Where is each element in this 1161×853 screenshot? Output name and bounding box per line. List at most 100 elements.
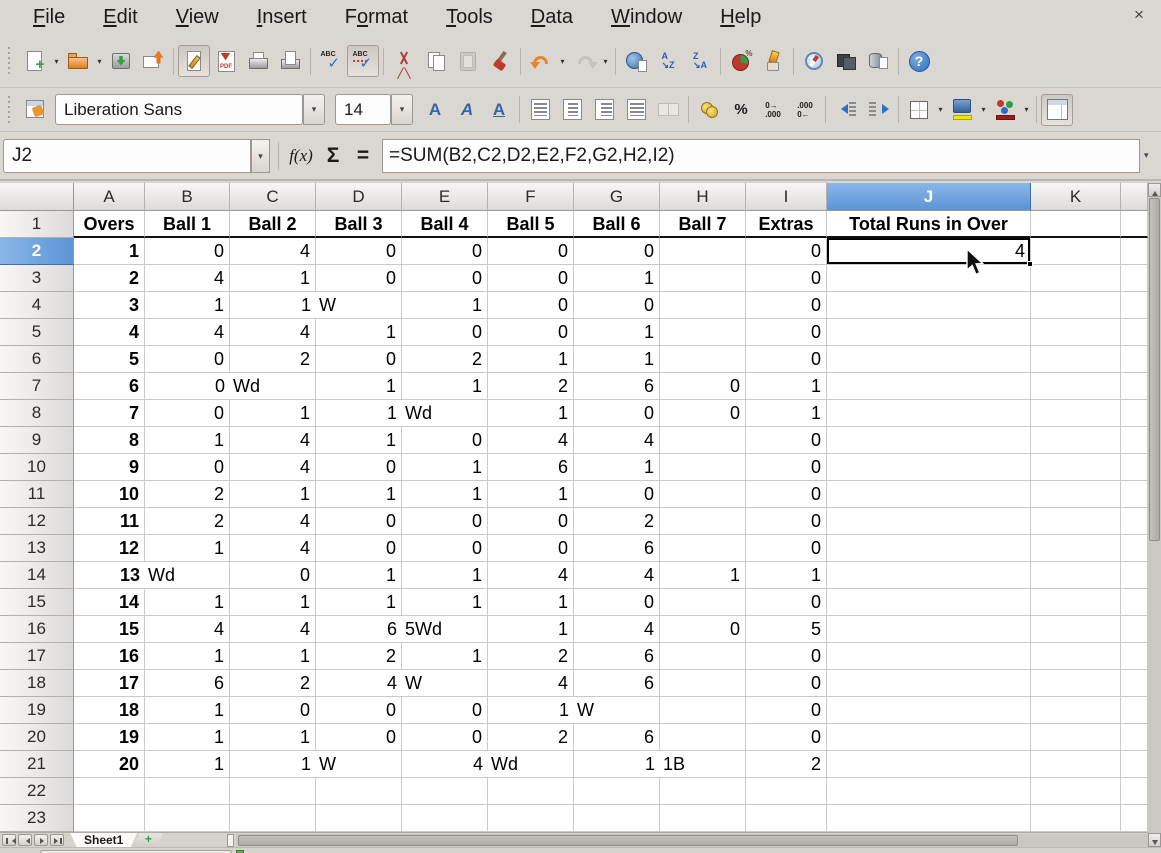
cell-K20[interactable]	[1031, 724, 1121, 751]
navigator-button[interactable]	[798, 45, 830, 77]
cell-D20[interactable]: 0	[316, 724, 402, 751]
cell-J4[interactable]	[827, 292, 1031, 319]
cell-A20[interactable]: 19	[74, 724, 145, 751]
cell-B12[interactable]: 2	[145, 508, 230, 535]
cell-E7[interactable]: 1	[402, 373, 488, 400]
cell-G8[interactable]: 0	[574, 400, 660, 427]
cell-F21[interactable]: Wd	[488, 751, 574, 778]
cell-I20[interactable]: 0	[746, 724, 827, 751]
cell-K1[interactable]	[1031, 211, 1121, 238]
cell-A18[interactable]: 17	[74, 670, 145, 697]
cell-E15[interactable]: 1	[402, 589, 488, 616]
cell-E5[interactable]: 0	[402, 319, 488, 346]
cell-F19[interactable]: 1	[488, 697, 574, 724]
cell-F12[interactable]: 0	[488, 508, 574, 535]
cell-H17[interactable]	[660, 643, 746, 670]
show-draw-functions-button[interactable]	[757, 45, 789, 77]
hyperlink-button[interactable]	[620, 45, 652, 77]
cell-C19[interactable]: 0	[230, 697, 316, 724]
cell-H20[interactable]	[660, 724, 746, 751]
cell-partial-17[interactable]	[1121, 643, 1148, 670]
cell-I10[interactable]: 0	[746, 454, 827, 481]
cell-B11[interactable]: 2	[145, 481, 230, 508]
cell-F10[interactable]: 6	[488, 454, 574, 481]
horizontal-scrollbar-thumb[interactable]	[238, 835, 1018, 846]
cell-J1[interactable]: Total Runs in Over	[827, 211, 1031, 238]
cell-G13[interactable]: 6	[574, 535, 660, 562]
cell-styles-button[interactable]	[19, 94, 51, 126]
cell-I13[interactable]: 0	[746, 535, 827, 562]
cell-I3[interactable]: 0	[746, 265, 827, 292]
cell-C21[interactable]: 1	[230, 751, 316, 778]
column-header-D[interactable]: D	[316, 183, 402, 211]
cell-C23[interactable]	[230, 805, 316, 832]
cell-H15[interactable]	[660, 589, 746, 616]
cell-J19[interactable]	[827, 697, 1031, 724]
increase-indent-button[interactable]	[862, 94, 894, 126]
cell-J18[interactable]	[827, 670, 1031, 697]
open-dropdown-icon[interactable]: ▾	[94, 45, 105, 77]
first-sheet-button[interactable]	[2, 834, 16, 846]
scroll-up-icon[interactable]	[1148, 183, 1161, 197]
cell-K2[interactable]	[1031, 238, 1121, 265]
cell-B4[interactable]: 1	[145, 292, 230, 319]
cell-F6[interactable]: 1	[488, 346, 574, 373]
font-size-combo-dropdown-icon[interactable]: ▾	[391, 94, 413, 125]
font-color-button[interactable]	[989, 94, 1021, 126]
cell-I2[interactable]: 0	[746, 238, 827, 265]
cell-A6[interactable]: 5	[74, 346, 145, 373]
cell-F3[interactable]: 0	[488, 265, 574, 292]
cell-B10[interactable]: 0	[145, 454, 230, 481]
cell-A16[interactable]: 15	[74, 616, 145, 643]
cell-partial-9[interactable]	[1121, 427, 1148, 454]
cell-D9[interactable]: 1	[316, 427, 402, 454]
gallery-button[interactable]	[830, 45, 862, 77]
cell-G5[interactable]: 1	[574, 319, 660, 346]
cell-partial-20[interactable]	[1121, 724, 1148, 751]
font-size-combo[interactable]: 14▾	[335, 94, 391, 125]
bold-button[interactable]: A	[419, 94, 451, 126]
previous-sheet-button[interactable]	[18, 834, 32, 846]
cell-D19[interactable]: 0	[316, 697, 402, 724]
cell-A11[interactable]: 10	[74, 481, 145, 508]
add-decimal-button[interactable]: 0→ .000	[757, 94, 789, 126]
cell-H21[interactable]: 1B	[660, 751, 746, 778]
cell-D7[interactable]: 1	[316, 373, 402, 400]
font-color-dropdown-icon[interactable]: ▾	[1021, 94, 1032, 126]
cell-I9[interactable]: 0	[746, 427, 827, 454]
font-name-combo[interactable]: Liberation Sans▾	[55, 94, 303, 125]
cell-B6[interactable]: 0	[145, 346, 230, 373]
cell-H4[interactable]	[660, 292, 746, 319]
cell-B20[interactable]: 1	[145, 724, 230, 751]
cell-G18[interactable]: 6	[574, 670, 660, 697]
cell-B8[interactable]: 0	[145, 400, 230, 427]
column-header-E[interactable]: E	[402, 183, 488, 211]
row-header-19[interactable]: 19	[0, 697, 74, 724]
auto-spellcheck-button[interactable]: ABC	[347, 45, 379, 77]
cell-I17[interactable]: 0	[746, 643, 827, 670]
insert-chart-button[interactable]: %	[725, 45, 757, 77]
cell-H13[interactable]	[660, 535, 746, 562]
cell-partial-15[interactable]	[1121, 589, 1148, 616]
cell-I1[interactable]: Extras	[746, 211, 827, 238]
cell-I11[interactable]: 0	[746, 481, 827, 508]
row-header-20[interactable]: 20	[0, 724, 74, 751]
cell-E14[interactable]: 1	[402, 562, 488, 589]
cell-G22[interactable]	[574, 778, 660, 805]
row-header-1[interactable]: 1	[0, 211, 74, 238]
cell-J8[interactable]	[827, 400, 1031, 427]
cell-A2[interactable]: 1	[74, 238, 145, 265]
edit-mode-button[interactable]	[178, 45, 210, 77]
cell-F22[interactable]	[488, 778, 574, 805]
cell-B19[interactable]: 1	[145, 697, 230, 724]
column-header-B[interactable]: B	[145, 183, 230, 211]
cell-K19[interactable]	[1031, 697, 1121, 724]
cell-G2[interactable]: 0	[574, 238, 660, 265]
cell-J17[interactable]	[827, 643, 1031, 670]
cell-I7[interactable]: 1	[746, 373, 827, 400]
cell-H1[interactable]: Ball 7	[660, 211, 746, 238]
cell-G14[interactable]: 4	[574, 562, 660, 589]
cell-E3[interactable]: 0	[402, 265, 488, 292]
cell-J16[interactable]	[827, 616, 1031, 643]
cell-F11[interactable]: 1	[488, 481, 574, 508]
